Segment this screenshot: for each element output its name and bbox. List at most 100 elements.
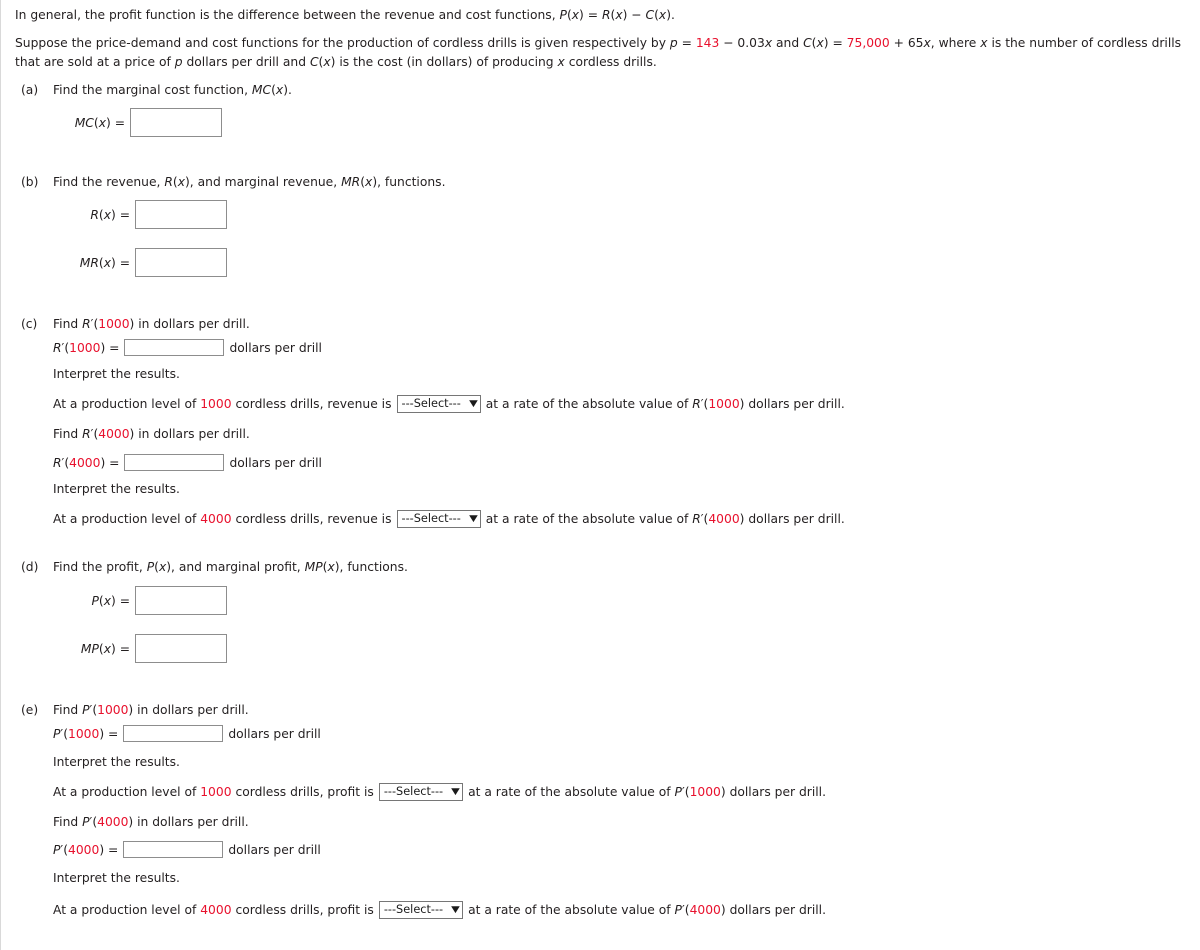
p-field-label: P(x) = [53,594,130,608]
quantity-value: 1000 [69,340,101,355]
fn-MR: MR [341,175,361,189]
period: ). [283,83,292,97]
p-answer-input[interactable] [135,586,227,615]
part-e-answer-row-2: P′(4000) = dollars per drill [53,841,321,858]
equals: ) = [105,115,125,130]
sentence-text: ) dollars per drill. [720,903,826,917]
quantity-value: 4000 [200,512,232,526]
mc-answer-input[interactable] [130,108,222,137]
part-d-answer-row-1: P(x) = [53,586,227,615]
sentence-lead: At a production level of 1000 cordless d… [53,397,392,411]
quantity-value: 4000 [97,815,129,829]
var-p: p [669,36,678,50]
mr-field-label: MR(x) = [53,256,130,270]
var-x: x [323,55,331,70]
intro-line-2: Suppose the price-demand and cost functi… [15,34,1197,53]
intro-paragraph-1: In general, the profit function is the d… [15,6,1195,25]
equals: ) = [110,641,130,656]
prompt-text: Find the revenue, [53,175,165,189]
sentence-text: cordless drills, profit is [231,903,374,917]
intro-text: Suppose the price-demand and cost functi… [15,36,670,50]
part-e-interpret-2: Interpret the results. [53,871,180,885]
pprime-4000-label: P′(4000) = [53,843,118,857]
exercise-page: In general, the profit function is the d… [0,0,1200,950]
part-e-prompt-2: Find P′(4000) in dollars per drill. [53,815,249,829]
sentence-text: cordless drills, profit is [231,785,374,799]
var-x: x [923,36,931,50]
quantity-value: 1000 [200,785,232,799]
sentence-text: At a production level of [53,512,201,526]
cost-fixed: 75,000 [846,36,890,50]
select-revenue-4000[interactable]: ---Select--- ▼ [396,510,481,528]
part-a-prompt: Find the marginal cost function, MC(x). [53,83,292,97]
mc-field-label: MC(x) = [53,116,125,130]
fn-MR: MR [79,255,99,270]
sentence-text: cordless drills, revenue is [231,512,392,526]
r-answer-input[interactable] [135,200,227,229]
mp-answer-input[interactable] [135,634,227,663]
interpret-heading: Interpret the results. [53,871,180,885]
select-value: ---Select--- [401,512,461,525]
unit-label: dollars per drill [229,340,322,355]
fn-P: P [82,815,90,829]
fn-R: R [692,397,701,411]
prompt-text: Find [53,317,83,331]
fn-R: R [692,512,701,526]
part-c-interpret-2: Interpret the results. [53,482,180,496]
find-rprime-4000: Find R′(4000) in dollars per drill. [53,427,250,441]
part-e-prompt: Find P′(1000) in dollars per drill. [53,703,249,717]
var-x: x [103,593,111,608]
sentence-tail: at a rate of the absolute value of P′(10… [468,785,826,799]
interpret-heading: Interpret the results. [53,482,180,496]
fn-MC: MC [74,115,94,130]
part-b-answer-row-2: MR(x) = [53,248,227,277]
select-profit-1000[interactable]: ---Select--- ▼ [378,783,464,801]
var-x: x [980,36,988,50]
var-x: x [615,8,623,22]
chevron-down-icon: ▼ [468,399,478,409]
sentence-lead: At a production level of 4000 cordless d… [53,903,374,917]
prompt-text: Find the profit, [53,560,147,574]
prime-paren: ′( [61,455,70,470]
mr-answer-input[interactable] [135,248,227,277]
select-value: ---Select--- [401,397,461,410]
prime-paren: ′( [89,815,98,829]
fn-R: R [90,207,99,222]
fn-P: P [91,593,99,608]
select-value: ---Select--- [383,785,444,798]
fn-C: C [645,8,655,22]
part-a-label: (a) [21,83,39,97]
var-x: x [98,115,106,130]
rprime-4000-input[interactable] [124,454,225,471]
prompt-text: ), and marginal profit, [166,560,305,574]
fn-P: P [674,785,682,799]
prime-paren: ′( [681,785,690,799]
equals: ) = [579,8,602,22]
quantity-value: 4000 [68,842,100,857]
intro-text: dollars per drill and [182,55,310,70]
sentence-tail: at a rate of the absolute value of R′(10… [486,397,845,411]
quantity-value: 1000 [200,397,232,411]
fn-R: R [82,427,91,441]
var-x: x [103,207,111,222]
prompt-text: ) in dollars per drill. [128,703,249,717]
sentence-text: at a rate of the absolute value of [485,397,693,411]
fn-C: C [803,36,812,50]
rprime-1000-input[interactable] [124,339,225,356]
select-revenue-1000[interactable]: ---Select--- ▼ [396,395,481,413]
price-slope: − 0.03 [719,36,765,50]
intro-text: , where [930,36,981,50]
sentence-text: at a rate of the absolute value of [485,512,693,526]
select-profit-4000[interactable]: ---Select--- ▼ [378,901,464,919]
prime-paren: ′( [89,703,98,717]
equals: ) = [110,593,130,608]
sentence-text: At a production level of [53,903,201,917]
intro-text: that are sold at a price of [15,55,175,70]
quantity-value: 1000 [98,317,130,331]
rprime-1000-label: R′(1000) = [53,341,119,355]
price-constant: 143 [695,36,720,50]
pprime-4000-input[interactable] [123,841,224,858]
minus: ) − [622,8,646,22]
part-d-prompt: Find the profit, P(x), and marginal prof… [53,560,408,574]
pprime-1000-input[interactable] [123,725,224,742]
